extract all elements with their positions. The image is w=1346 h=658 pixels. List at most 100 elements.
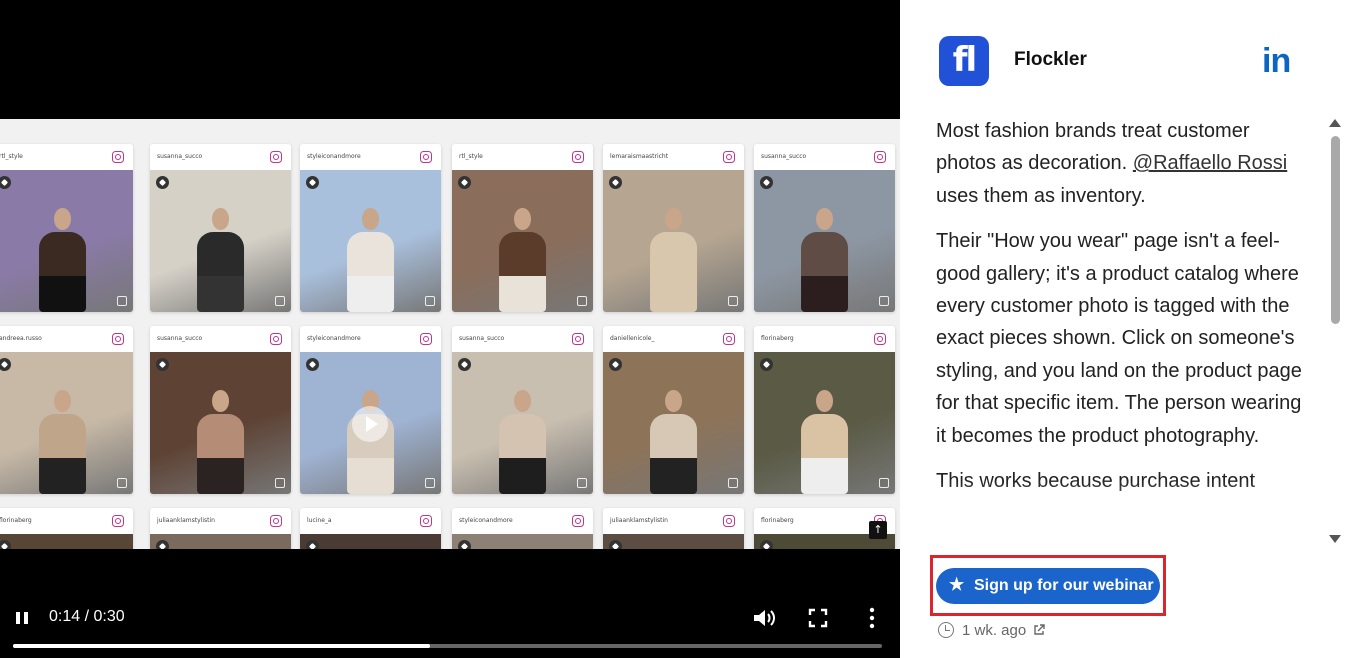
gallery-icon <box>577 478 587 488</box>
mention-link[interactable]: @Raffaello Rossi <box>1133 152 1287 174</box>
figure-body <box>38 414 87 494</box>
person-figure <box>38 208 87 312</box>
play-icon[interactable] <box>352 406 388 442</box>
paragraph-2: Their "How you wear" page isn't a feel-g… <box>936 230 1302 447</box>
figure-body <box>649 414 698 494</box>
figure-body <box>498 232 547 312</box>
card-photo[interactable] <box>603 352 744 494</box>
card-photo[interactable] <box>300 352 441 494</box>
video-frame[interactable]: rtl_style susanna_succo styleiconandmore rt… <box>0 119 900 549</box>
card-username: rtl_style <box>0 153 23 160</box>
instagram-icon <box>723 515 735 527</box>
social-post-card[interactable]: rtl_style <box>0 144 133 312</box>
flockler-logo[interactable]: fl <box>939 36 989 86</box>
card-photo[interactable] <box>754 170 895 312</box>
external-link-icon[interactable] <box>1033 624 1045 636</box>
instagram-icon <box>572 515 584 527</box>
social-post-card[interactable]: susanna_succo <box>452 326 593 494</box>
figure-head <box>665 390 682 412</box>
social-post-card[interactable]: susanna_succo <box>150 144 291 312</box>
pause-bar-right <box>24 612 28 624</box>
gallery-icon <box>728 478 738 488</box>
card-username: juliaanklamstylistin <box>157 517 215 524</box>
card-photo[interactable] <box>452 534 593 549</box>
social-post-card[interactable]: andreea.russo <box>0 326 133 494</box>
card-photo[interactable] <box>150 170 291 312</box>
card-photo[interactable] <box>0 534 133 549</box>
card-header: florinaberg <box>0 508 133 534</box>
social-post-card[interactable]: rtl_style <box>452 144 593 312</box>
figure-body <box>346 232 395 312</box>
volume-button[interactable] <box>752 607 778 629</box>
card-photo[interactable] <box>150 534 291 549</box>
brand-name[interactable]: Flockler <box>1014 49 1087 71</box>
card-username: lucine_a <box>307 517 332 524</box>
figure-body <box>800 232 849 312</box>
more-vertical-icon <box>869 607 875 629</box>
social-post-card[interactable]: florinaberg <box>754 326 895 494</box>
instagram-icon <box>112 151 124 163</box>
card-username: styleiconandmore <box>307 335 361 342</box>
logo-text: fl <box>952 40 977 80</box>
card-photo[interactable] <box>754 352 895 494</box>
figure-body <box>38 232 87 312</box>
card-photo[interactable] <box>452 170 593 312</box>
instagram-icon <box>112 515 124 527</box>
card-username: susanna_succo <box>157 153 203 160</box>
card-header: styleiconandmore <box>300 326 441 352</box>
instagram-icon <box>420 333 432 345</box>
scrollbar-thumb[interactable] <box>1331 136 1340 324</box>
social-post-card[interactable]: lucine_a <box>300 508 441 549</box>
gallery-icon <box>117 296 127 306</box>
card-username: florinaberg <box>761 335 794 342</box>
card-photo[interactable] <box>452 352 593 494</box>
social-post-card[interactable]: florinaberg <box>0 508 133 549</box>
scroll-top-icon: ↑ <box>869 521 887 539</box>
card-photo[interactable] <box>603 170 744 312</box>
card-header: susanna_succo <box>754 144 895 170</box>
card-photo[interactable] <box>0 352 133 494</box>
shopping-tag-icon <box>156 176 169 189</box>
figure-head <box>54 208 71 230</box>
fullscreen-button[interactable] <box>807 607 829 629</box>
card-username: florinaberg <box>0 517 32 524</box>
social-post-card[interactable]: styleiconandmore <box>300 144 441 312</box>
figure-head <box>665 208 682 230</box>
shopping-tag-icon <box>306 176 319 189</box>
card-photo[interactable] <box>300 534 441 549</box>
person-figure <box>498 390 547 494</box>
figure-body <box>800 414 849 494</box>
person-figure <box>649 208 698 312</box>
social-post-card[interactable]: susanna_succo <box>754 144 895 312</box>
card-photo[interactable] <box>300 170 441 312</box>
social-post-card[interactable]: daniellenicole_ <box>603 326 744 494</box>
shopping-tag-icon <box>156 540 169 549</box>
card-username: susanna_succo <box>761 153 807 160</box>
gallery-icon <box>577 296 587 306</box>
social-post-card[interactable]: juliaanklamstylistin <box>150 508 291 549</box>
card-header: juliaanklamstylistin <box>603 508 744 534</box>
person-figure <box>196 390 245 494</box>
social-post-card[interactable]: styleiconandmore <box>300 326 441 494</box>
person-figure <box>800 390 849 494</box>
social-post-card[interactable]: lemaraismaastricht <box>603 144 744 312</box>
card-username: susanna_succo <box>459 335 505 342</box>
card-photo[interactable] <box>603 534 744 549</box>
card-username: styleiconandmore <box>459 517 513 524</box>
scroll-up-arrow[interactable] <box>1329 119 1341 127</box>
pause-button[interactable] <box>14 610 32 628</box>
progress-bar[interactable] <box>13 644 882 648</box>
card-photo[interactable] <box>0 170 133 312</box>
linkedin-icon[interactable]: in <box>1262 42 1291 81</box>
video-player[interactable]: rtl_style susanna_succo styleiconandmore rt… <box>0 0 900 658</box>
progress-fill <box>13 644 431 648</box>
social-post-card[interactable]: juliaanklamstylistin <box>603 508 744 549</box>
social-post-card[interactable]: styleiconandmore <box>452 508 593 549</box>
shopping-tag-icon <box>760 358 773 371</box>
more-options-button[interactable] <box>862 606 882 630</box>
webinar-signup-button[interactable]: ★ Sign up for our webinar <box>936 568 1160 604</box>
scroll-down-arrow[interactable] <box>1329 535 1341 543</box>
para1-end: uses them as inventory. <box>936 184 1146 207</box>
card-photo[interactable] <box>150 352 291 494</box>
social-post-card[interactable]: susanna_succo <box>150 326 291 494</box>
